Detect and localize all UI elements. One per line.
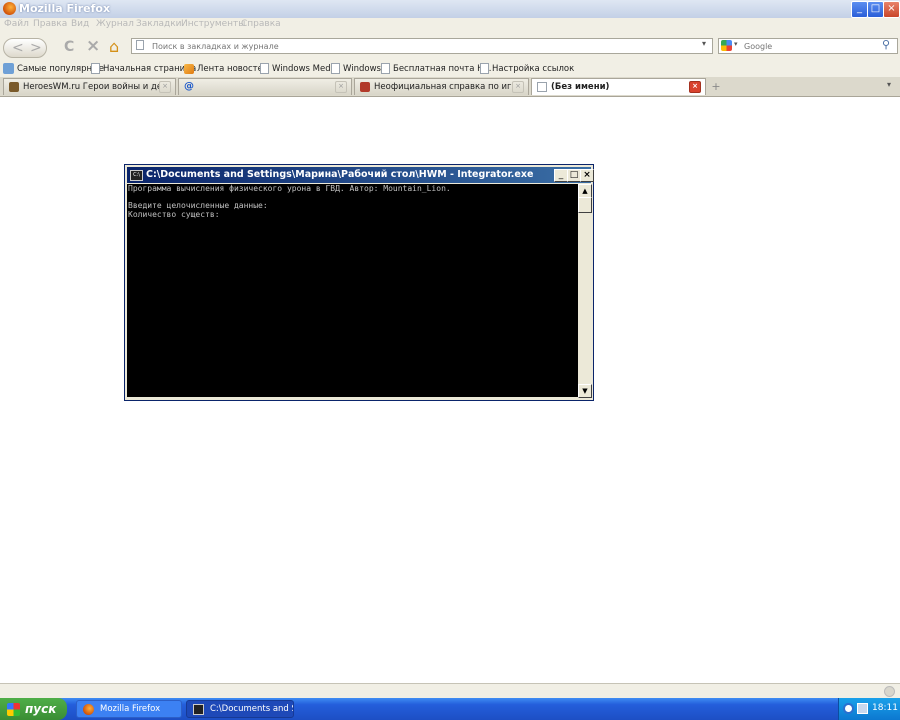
menu-bookmarks[interactable]: Закладки xyxy=(136,19,182,29)
reload-icon[interactable]: C xyxy=(64,38,74,56)
system-tray: 18:11 xyxy=(838,698,900,720)
scroll-down-arrow-icon[interactable]: ▼ xyxy=(578,384,592,398)
menu-view[interactable]: Вид xyxy=(71,19,89,29)
stop-icon[interactable]: × xyxy=(86,37,100,55)
back-forward-group: < > xyxy=(3,38,47,58)
network-icon[interactable] xyxy=(843,703,854,714)
status-icon xyxy=(884,686,895,697)
menu-tools[interactable]: Инструменты xyxy=(181,19,245,29)
tab-close-icon[interactable]: × xyxy=(159,81,171,93)
menu-help[interactable]: Справка xyxy=(241,19,281,29)
heroes-favicon-icon xyxy=(9,82,19,92)
bookmark-start-page[interactable]: Начальная страница xyxy=(91,62,196,75)
search-engine-dropdown-icon[interactable]: ▾ xyxy=(734,40,738,48)
menu-file[interactable]: Файл xyxy=(4,19,29,29)
clock[interactable]: 18:11 xyxy=(872,703,898,713)
url-bar[interactable]: ▾ xyxy=(131,38,713,54)
back-button[interactable]: < xyxy=(12,39,24,57)
window-title-bar[interactable]: Mozilla Firefox _ □ × xyxy=(0,0,900,19)
tab-bar: HeroesWM.ru Герои войны и денег. ... × @… xyxy=(0,77,900,97)
scroll-thumb[interactable] xyxy=(578,197,592,213)
firefox-icon xyxy=(83,703,94,715)
page-icon xyxy=(260,63,269,74)
bookmark-most-visited[interactable]: Самые популярные xyxy=(3,62,104,75)
page-icon xyxy=(136,40,144,50)
console-title-bar[interactable]: C:\ C:\Documents and Settings\Марина\Раб… xyxy=(127,167,594,183)
minimize-button[interactable]: _ xyxy=(851,1,868,18)
taskbar-item-console[interactable]: C:\Documents and Se... xyxy=(186,700,294,718)
url-dropdown-icon[interactable]: ▾ xyxy=(702,39,706,48)
console-line: Количество существ: xyxy=(128,209,220,219)
bookmark-windows-media[interactable]: Windows Media xyxy=(260,62,338,75)
search-bar[interactable]: ▾ ⚲ xyxy=(718,38,898,54)
console-icon: C:\ xyxy=(130,170,143,181)
window-title: Mozilla Firefox xyxy=(19,2,111,15)
scroll-up-arrow-icon[interactable]: ▲ xyxy=(578,184,592,198)
bookmark-news-feed[interactable]: Лента новостей xyxy=(184,62,268,75)
help-favicon-icon xyxy=(360,82,370,92)
google-icon[interactable] xyxy=(721,40,732,51)
search-icon[interactable]: ⚲ xyxy=(882,38,890,51)
page-icon xyxy=(331,63,340,74)
tab-list-icon[interactable]: ▾ xyxy=(887,80,891,89)
console-close-button[interactable]: × xyxy=(580,169,594,182)
page-icon xyxy=(381,63,390,74)
status-bar xyxy=(0,683,900,699)
console-title: C:\Documents and Settings\Марина\Рабочий… xyxy=(146,169,534,180)
console-scrollbar[interactable]: ▲ ▼ xyxy=(578,184,592,398)
taskbar-item-firefox[interactable]: Mozilla Firefox xyxy=(76,700,182,718)
new-tab-button[interactable]: + xyxy=(709,80,723,93)
page-icon xyxy=(91,63,100,74)
console-minimize-button[interactable]: _ xyxy=(554,169,568,182)
bookmark-windows[interactable]: Windows xyxy=(331,62,381,75)
page-icon xyxy=(537,82,547,92)
console-line: Программа вычисления физического урона в… xyxy=(128,184,451,193)
tab-close-icon[interactable]: × xyxy=(689,81,701,93)
start-button[interactable]: пуск xyxy=(0,698,67,720)
console-window[interactable]: C:\ C:\Documents and Settings\Марина\Раб… xyxy=(124,164,594,401)
bookmark-free-mail[interactable]: Бесплатная почта H... xyxy=(381,62,491,75)
bookmark-customize-links[interactable]: Настройка ссылок xyxy=(480,62,574,75)
smart-folder-icon xyxy=(3,63,14,74)
home-icon[interactable]: ⌂ xyxy=(109,37,119,56)
menu-edit[interactable]: Правка xyxy=(33,19,67,29)
close-button[interactable]: × xyxy=(883,1,900,18)
search-input[interactable] xyxy=(744,40,874,52)
tab-heroeswm[interactable]: HeroesWM.ru Герои войны и денег. ... × xyxy=(3,78,176,95)
page-icon xyxy=(480,63,489,74)
console-output[interactable]: Программа вычисления физического урона в… xyxy=(127,184,578,397)
console-icon xyxy=(193,703,204,715)
taskbar: пуск Mozilla Firefox C:\Documents and Se… xyxy=(0,698,900,720)
tab-untitled[interactable]: (Без имени) × xyxy=(531,78,706,95)
forward-button[interactable]: > xyxy=(30,39,42,57)
tab-mail[interactable]: @ × xyxy=(178,78,352,95)
rss-icon xyxy=(184,63,194,74)
menu-history[interactable]: Журнал xyxy=(96,19,134,29)
at-sign-favicon-icon: @ xyxy=(184,81,194,92)
firefox-logo-icon xyxy=(3,2,16,15)
tab-unofficial-help[interactable]: Неофициальная справка по игре Her... × xyxy=(354,78,529,95)
url-input[interactable] xyxy=(152,40,692,52)
menu-bar: Файл Правка Вид Журнал Закладки Инструме… xyxy=(0,18,900,33)
console-maximize-button[interactable]: □ xyxy=(567,169,581,182)
bookmarks-toolbar: Самые популярные Начальная страница Лент… xyxy=(0,59,900,77)
maximize-button[interactable]: □ xyxy=(867,1,884,18)
windows-logo-icon xyxy=(7,702,20,716)
tab-close-icon[interactable]: × xyxy=(335,81,347,93)
display-icon[interactable] xyxy=(857,703,868,714)
tab-close-icon[interactable]: × xyxy=(512,81,524,93)
